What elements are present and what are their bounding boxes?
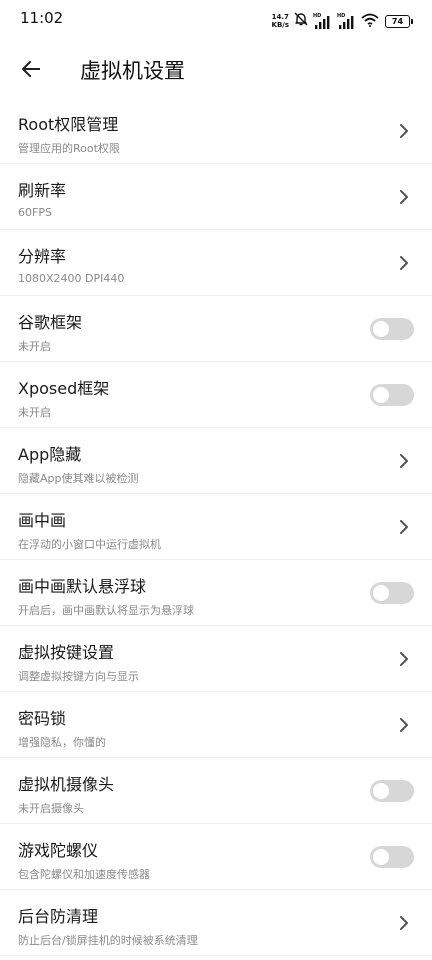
setting-subtitle: 包含陀螺仪和加速度传感器 <box>18 868 150 881</box>
setting-password-lock[interactable]: 密码锁 增强隐私，你懂的 <box>0 692 432 758</box>
chevron-right-icon <box>400 520 408 534</box>
net-speed-unit: KB/s <box>271 21 289 29</box>
setting-subtitle: 未开启 <box>18 406 51 419</box>
chevron-right-icon <box>400 652 408 666</box>
setting-title: 分辨率 <box>18 247 67 266</box>
net-speed: 14.7 KB/s <box>272 13 289 29</box>
game-gyroscope-toggle[interactable] <box>370 846 414 868</box>
wifi-icon <box>361 12 379 31</box>
setting-title: 画中画 <box>18 511 67 530</box>
chevron-right-icon <box>400 916 408 930</box>
chevron-right-icon <box>400 454 408 468</box>
setting-app-hide[interactable]: App隐藏 隐藏App使其难以被检测 <box>0 428 432 494</box>
setting-subtitle: 管理应用的Root权限 <box>18 142 120 155</box>
page-title: 虚拟机设置 <box>80 59 185 83</box>
chevron-right-icon <box>400 256 408 270</box>
battery-icon: 74 <box>385 14 413 28</box>
vm-camera-toggle[interactable] <box>370 780 414 802</box>
setting-vm-camera: 虚拟机摄像头 未开启摄像头 <box>0 758 432 824</box>
setting-subtitle: 隐藏App使其难以被检测 <box>18 472 139 485</box>
setting-subtitle: 在浮动的小窗口中运行虚拟机 <box>18 538 161 551</box>
setting-title: 虚拟按键设置 <box>18 643 115 662</box>
setting-subtitle: 防止后台/锁屏挂机的时候被系统清理 <box>18 934 198 947</box>
chevron-right-icon <box>400 718 408 732</box>
setting-google-framework: 谷歌框架 未开启 <box>0 296 432 362</box>
battery-level: 74 <box>391 16 404 26</box>
google-framework-toggle[interactable] <box>370 318 414 340</box>
setting-title: 谷歌框架 <box>18 313 83 332</box>
setting-subtitle: 开启后，画中画默认将显示为悬浮球 <box>18 604 194 617</box>
setting-subtitle: 未开启摄像头 <box>18 802 84 815</box>
setting-title: 密码锁 <box>18 709 67 728</box>
setting-title: App隐藏 <box>18 445 82 464</box>
sim2-hd-label: HD <box>337 13 346 19</box>
setting-pip-floating-ball: 画中画默认悬浮球 开启后，画中画默认将显示为悬浮球 <box>0 560 432 626</box>
toggle-knob <box>373 387 389 403</box>
signal-icon: HD <box>313 13 333 29</box>
sim1-hd-label: HD <box>313 13 322 19</box>
back-button[interactable] <box>14 52 48 86</box>
pip-floating-ball-toggle[interactable] <box>370 582 414 604</box>
setting-title: 虚拟机摄像头 <box>18 775 115 794</box>
status-time: 11:02 <box>20 9 64 27</box>
xposed-framework-toggle[interactable] <box>370 384 414 406</box>
status-icons: 14.7 KB/s HD HD 74 <box>272 11 413 31</box>
setting-subtitle: 未开启 <box>18 340 51 353</box>
setting-virtual-keys[interactable]: 虚拟按键设置 调整虚拟按键方向与显示 <box>0 626 432 692</box>
chevron-right-icon <box>400 190 408 204</box>
setting-subtitle: 1080X2400 DPI440 <box>18 272 125 285</box>
setting-xposed-framework: Xposed框架 未开启 <box>0 362 432 428</box>
header: 虚拟机设置 <box>0 40 432 98</box>
net-speed-value: 14.7 <box>271 13 289 21</box>
setting-title: 后台防清理 <box>18 907 99 926</box>
back-arrow-icon <box>22 61 40 77</box>
setting-background-protect[interactable]: 后台防清理 防止后台/锁屏挂机的时候被系统清理 <box>0 890 432 956</box>
settings-list: Root权限管理 管理应用的Root权限 刷新率 60FPS 分辨率 1080X… <box>0 98 432 956</box>
setting-title: 游戏陀螺仪 <box>18 841 99 860</box>
setting-title: Root权限管理 <box>18 115 119 134</box>
toggle-knob <box>373 849 389 865</box>
setting-title: Xposed框架 <box>18 379 110 398</box>
setting-subtitle: 60FPS <box>18 206 52 219</box>
status-bar: 11:02 14.7 KB/s HD HD 74 <box>0 0 432 40</box>
mute-bell-icon <box>293 11 309 31</box>
signal-icon: HD <box>337 13 357 29</box>
toggle-knob <box>373 783 389 799</box>
setting-game-gyroscope: 游戏陀螺仪 包含陀螺仪和加速度传感器 <box>0 824 432 890</box>
setting-root[interactable]: Root权限管理 管理应用的Root权限 <box>0 98 432 164</box>
setting-refresh-rate[interactable]: 刷新率 60FPS <box>0 164 432 230</box>
setting-subtitle: 调整虚拟按键方向与显示 <box>18 670 139 683</box>
setting-picture-in-picture[interactable]: 画中画 在浮动的小窗口中运行虚拟机 <box>0 494 432 560</box>
toggle-knob <box>373 321 389 337</box>
toggle-knob <box>373 585 389 601</box>
setting-title: 刷新率 <box>18 181 67 200</box>
setting-title: 画中画默认悬浮球 <box>18 577 147 596</box>
setting-resolution[interactable]: 分辨率 1080X2400 DPI440 <box>0 230 432 296</box>
setting-subtitle: 增强隐私，你懂的 <box>18 736 106 749</box>
chevron-right-icon <box>400 124 408 138</box>
